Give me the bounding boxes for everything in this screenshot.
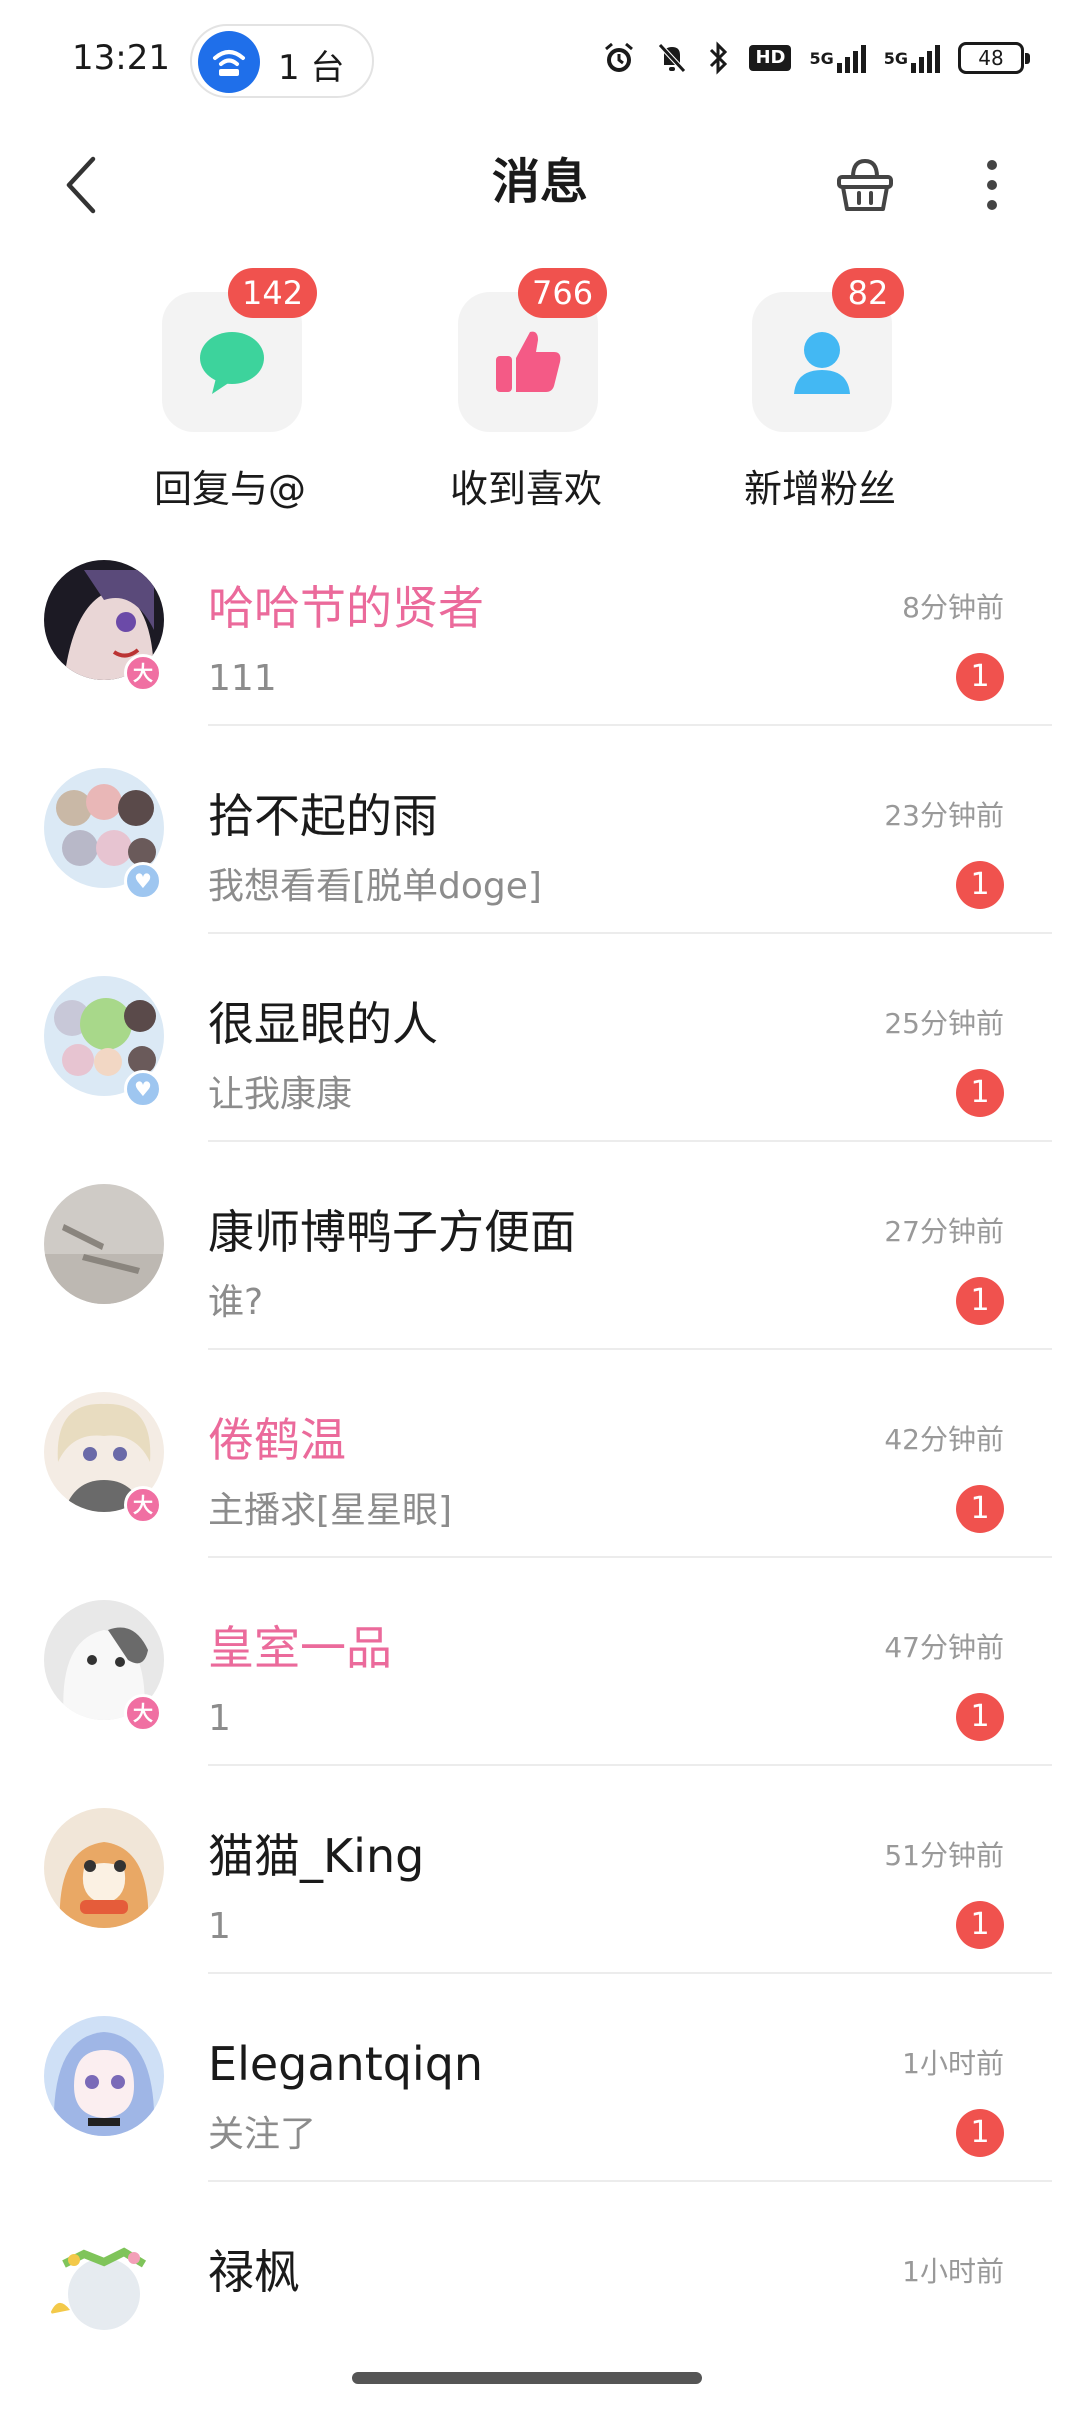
sender-name: 倦鹤温 bbox=[208, 1413, 346, 1467]
avatar[interactable] bbox=[44, 2224, 164, 2344]
signal-icon-2: 5G bbox=[884, 36, 940, 80]
quick-entries: 142 回复与@ 766 收到喜欢 82 新增粉丝 bbox=[0, 268, 1080, 518]
quick-entry-badge: 766 bbox=[518, 268, 608, 318]
top-navigation: 消息 bbox=[0, 120, 1080, 250]
more-options-button[interactable] bbox=[966, 142, 1018, 228]
unread-badge: 1 bbox=[956, 861, 1004, 909]
message-time: 51分钟前 bbox=[884, 1839, 1004, 1872]
sender-name: Elegantqiqn bbox=[208, 2037, 484, 2091]
sender-name: 猫猫_King bbox=[208, 1829, 425, 1883]
quick-entry-badge: 82 bbox=[832, 268, 904, 318]
hotspot-label: 1 台 bbox=[278, 48, 345, 88]
back-arrow-icon bbox=[66, 156, 96, 214]
message-item[interactable]: ♥ 很显眼的人 让我康康 25分钟前 1 bbox=[0, 934, 1080, 1142]
sender-name: 很显眼的人 bbox=[208, 997, 438, 1051]
hd-icon: HD bbox=[749, 36, 792, 80]
avatar[interactable] bbox=[44, 1808, 164, 1928]
message-item[interactable]: Elegantqiqn 关注了 1小时前 1 bbox=[0, 1974, 1080, 2182]
unread-badge: 1 bbox=[956, 1901, 1004, 1949]
message-time: 1小时前 bbox=[902, 2047, 1004, 2080]
thumbs-up-icon bbox=[496, 331, 561, 392]
message-time: 25分钟前 bbox=[884, 1007, 1004, 1040]
person-icon bbox=[794, 332, 850, 394]
unread-badge: 1 bbox=[956, 1277, 1004, 1325]
message-time: 8分钟前 bbox=[902, 591, 1004, 624]
battery-icon: 48 bbox=[958, 36, 1030, 80]
unread-badge: 1 bbox=[956, 1485, 1004, 1533]
verified-badge: ♥ bbox=[124, 862, 162, 900]
bluetooth-icon bbox=[707, 36, 731, 80]
message-time: 1小时前 bbox=[902, 2255, 1004, 2288]
message-time: 42分钟前 bbox=[884, 1423, 1004, 1456]
message-list: 大 哈哈节的贤者 111 8分钟前 1 ♥ 拾不起的雨 我想看看[脱单doge]… bbox=[0, 518, 1080, 2390]
quick-entry-badge: 142 bbox=[228, 268, 318, 318]
message-preview: 111 bbox=[208, 658, 277, 699]
status-bar: 13:21 1 台 HD 5G 5G 48 bbox=[0, 0, 1080, 120]
verified-badge: ♥ bbox=[124, 1070, 162, 1108]
message-item[interactable]: 猫猫_King 1 51分钟前 1 bbox=[0, 1766, 1080, 1974]
quick-entry-followers[interactable]: 82 新增粉丝 bbox=[720, 268, 920, 518]
hotspot-icon bbox=[198, 31, 260, 93]
message-item[interactable]: ♥ 拾不起的雨 我想看看[脱单doge] 23分钟前 1 bbox=[0, 726, 1080, 934]
quick-entry-replies[interactable]: 142 回复与@ bbox=[130, 268, 330, 518]
back-button[interactable] bbox=[46, 140, 116, 230]
unread-badge: 1 bbox=[956, 1693, 1004, 1741]
status-icons: HD 5G 5G 48 bbox=[601, 36, 1030, 80]
message-preview: 主播求[星星眼] bbox=[208, 1490, 453, 1531]
quick-entry-label: 新增粉丝 bbox=[743, 467, 896, 511]
message-preview: 关注了 bbox=[208, 2114, 317, 2155]
unread-badge: 1 bbox=[956, 653, 1004, 701]
chat-bubble-icon bbox=[200, 332, 264, 394]
alarm-icon bbox=[601, 36, 637, 80]
shopping-basket-button[interactable] bbox=[822, 142, 908, 228]
message-time: 23分钟前 bbox=[884, 799, 1004, 832]
signal-icon: 5G bbox=[809, 36, 866, 80]
basket-icon bbox=[837, 158, 893, 211]
home-indicator[interactable] bbox=[352, 2372, 702, 2384]
message-preview: 让我康康 bbox=[208, 1074, 353, 1115]
mute-icon bbox=[655, 36, 689, 80]
page-title: 消息 bbox=[491, 154, 588, 210]
sender-name: 康师博鸭子方便面 bbox=[208, 1205, 576, 1259]
hotspot-indicator[interactable]: 1 台 bbox=[190, 24, 374, 98]
unread-badge: 1 bbox=[956, 2109, 1004, 2157]
vip-badge: 大 bbox=[124, 1486, 162, 1524]
avatar[interactable] bbox=[44, 1184, 164, 1304]
message-item[interactable]: 禄枫 1小时前 bbox=[0, 2182, 1080, 2390]
vip-badge: 大 bbox=[124, 1694, 162, 1732]
sender-name: 拾不起的雨 bbox=[208, 789, 438, 843]
message-preview: 1 bbox=[208, 1906, 231, 1947]
message-preview: 我想看看[脱单doge] bbox=[208, 866, 542, 907]
sender-name: 哈哈节的贤者 bbox=[208, 581, 484, 635]
quick-entry-label: 回复与@ bbox=[153, 467, 306, 511]
quick-entry-label: 收到喜欢 bbox=[449, 467, 602, 511]
message-time: 27分钟前 bbox=[884, 1215, 1004, 1248]
message-item[interactable]: 大 倦鹤温 主播求[星星眼] 42分钟前 1 bbox=[0, 1350, 1080, 1558]
message-item[interactable]: 大 哈哈节的贤者 111 8分钟前 1 bbox=[0, 518, 1080, 726]
more-vertical-icon bbox=[987, 160, 997, 210]
status-time: 13:21 bbox=[72, 38, 170, 78]
message-preview: 1 bbox=[208, 1698, 231, 1739]
vip-badge: 大 bbox=[124, 654, 162, 692]
unread-badge: 1 bbox=[956, 1069, 1004, 1117]
avatar[interactable] bbox=[44, 2016, 164, 2136]
message-preview: 谁? bbox=[208, 1282, 264, 1323]
sender-name: 皇室一品 bbox=[208, 1621, 392, 1675]
message-item[interactable]: 康师博鸭子方便面 谁? 27分钟前 1 bbox=[0, 1142, 1080, 1350]
quick-entry-likes[interactable]: 766 收到喜欢 bbox=[426, 268, 626, 518]
message-time: 47分钟前 bbox=[884, 1631, 1004, 1664]
message-item[interactable]: 大 皇室一品 1 47分钟前 1 bbox=[0, 1558, 1080, 1766]
sender-name: 禄枫 bbox=[208, 2245, 300, 2299]
